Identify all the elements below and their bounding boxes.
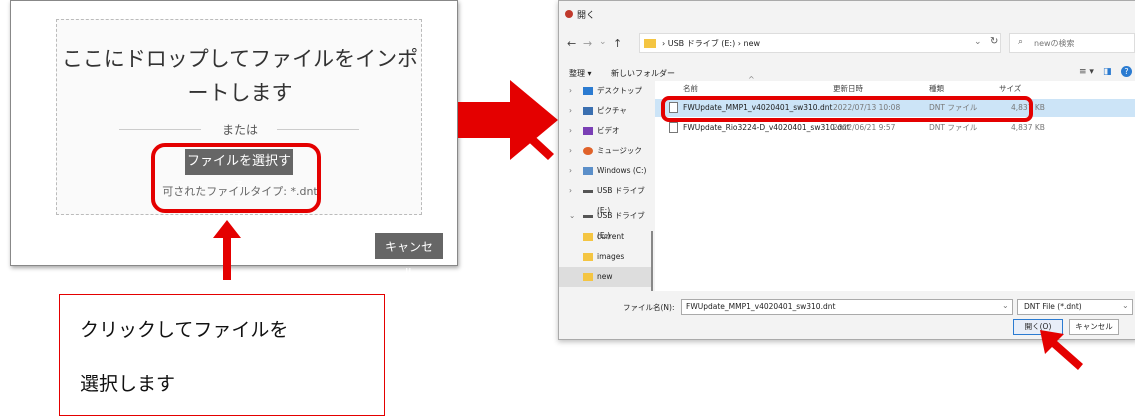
column-name[interactable]: 名前 (683, 83, 698, 94)
nav-item-usb-e[interactable]: › USB ドライブ (E:) (559, 181, 651, 215)
usb-drive-icon (583, 215, 593, 218)
organize-menu[interactable]: 整理 ▾ (569, 68, 592, 79)
chevron-right-icon[interactable]: › (569, 81, 572, 101)
nav-item-windows-c[interactable]: › Windows (C:) (559, 161, 651, 181)
pointer-arrow-icon (496, 104, 554, 160)
nav-item-label: Windows (C:) (597, 166, 647, 175)
drop-text-line1: ここにドロップしてファイルをインポ (61, 47, 419, 71)
folder-icon (583, 273, 593, 281)
nav-scrollbar[interactable] (651, 231, 653, 291)
folder-icon (644, 39, 656, 48)
music-icon (583, 147, 593, 155)
filetype-select[interactable]: DNT File (*.dnt) ⌄ (1017, 299, 1133, 315)
usb-drive-icon (583, 190, 593, 193)
filename-input[interactable]: FWUpdate_MMP1_v4020401_sw310.dnt ⌄ (681, 299, 1013, 315)
chevron-down-icon[interactable]: ⌄ (974, 37, 982, 47)
filename-label: ファイル名(N): (623, 303, 675, 312)
nav-item-label: ピクチャ (597, 106, 627, 115)
search-input[interactable]: ⌕ newの検索 (1009, 33, 1135, 53)
chevron-right-icon[interactable]: › (569, 121, 572, 141)
app-icon (565, 10, 573, 18)
nav-item-images[interactable]: images (559, 247, 651, 267)
column-type[interactable]: 種類 (929, 83, 944, 94)
view-options-icon[interactable]: ≡ ▾ (1079, 67, 1094, 77)
folder-icon (583, 233, 593, 241)
nav-item-usb-e-expanded[interactable]: ⌄ USB ドライブ (E:) (559, 206, 651, 240)
cancel-button[interactable]: キャンセル (375, 233, 443, 280)
forward-arrow-icon[interactable]: → (583, 37, 592, 50)
navigation-pane: › デスクトップ › ピクチャ › ビデオ › ミュージック › Windows… (559, 81, 651, 291)
search-icon: ⌕ (1018, 37, 1024, 47)
nav-item-label: ビデオ (597, 126, 620, 135)
nav-item-label: images (597, 252, 625, 261)
recent-chevron-icon[interactable]: ⌄ (599, 37, 607, 47)
column-size[interactable]: サイズ (999, 83, 1021, 94)
drive-icon (583, 167, 593, 175)
nav-item-videos[interactable]: › ビデオ (559, 121, 651, 141)
drop-text-line2: ートします (187, 81, 293, 105)
chevron-right-icon[interactable]: › (569, 101, 572, 121)
pointer-arrow-icon (1040, 330, 1083, 370)
chevron-right-icon[interactable]: › (569, 181, 572, 201)
column-date[interactable]: 更新日時 (833, 83, 863, 94)
search-placeholder: newの検索 (1034, 39, 1075, 48)
address-bar[interactable]: › USB ドライブ (E:) › new ⌄ ↻ (639, 33, 1001, 53)
folder-icon (583, 253, 593, 261)
desktop-icon (583, 87, 593, 95)
file-icon (669, 122, 678, 133)
help-icon[interactable]: ? (1121, 66, 1132, 77)
callout-line1: クリックしてファイルを (80, 319, 289, 341)
nav-item-label: new (597, 272, 613, 281)
drop-instructions: ここにドロップしてファイルをインポ ートします (57, 42, 423, 110)
new-folder-button[interactable]: 新しいフォルダー (611, 68, 675, 79)
address-path[interactable]: › USB ドライブ (E:) › new (662, 38, 760, 49)
up-arrow-icon (213, 220, 241, 280)
up-folder-icon[interactable]: ↑ (613, 37, 622, 50)
nav-item-label: ミュージック (597, 146, 642, 155)
chevron-right-icon[interactable]: › (569, 141, 572, 161)
instruction-callout: クリックしてファイルを 選択します (59, 294, 385, 416)
preview-pane-icon[interactable]: ◨ (1103, 67, 1112, 77)
video-icon (583, 127, 593, 135)
highlight-box-file-row (661, 96, 1033, 122)
nav-item-music[interactable]: › ミュージック (559, 141, 651, 161)
callout-line2: 選択します (80, 373, 176, 395)
dialog-title: 開く (577, 11, 596, 21)
chevron-right-icon[interactable]: › (569, 161, 572, 181)
back-arrow-icon[interactable]: ← (567, 37, 576, 50)
chevron-down-icon[interactable]: ⌄ (569, 206, 575, 226)
nav-item-desktop[interactable]: › デスクトップ (559, 81, 651, 101)
highlight-box-select-button (151, 143, 321, 213)
filetype-value: DNT File (*.dnt) (1024, 302, 1082, 311)
chevron-down-icon[interactable]: ⌄ (1002, 301, 1009, 310)
nav-item-label: デスクトップ (597, 86, 642, 95)
refresh-icon[interactable]: ↻ (990, 36, 998, 47)
chevron-down-icon[interactable]: ⌄ (1122, 301, 1129, 310)
sort-caret-icon: ^ (748, 75, 755, 84)
nav-item-new[interactable]: new (559, 267, 651, 287)
filename-value: FWUpdate_MMP1_v4020401_sw310.dnt (686, 302, 836, 311)
nav-item-label: current (597, 232, 625, 241)
or-label: または (221, 123, 258, 137)
open-file-dialog: 開く ← → ⌄ ↑ › USB ドライブ (E:) › new ⌄ ↻ ⌕ n… (558, 0, 1135, 340)
pictures-icon (583, 107, 593, 115)
nav-item-current[interactable]: current (559, 227, 651, 247)
nav-item-pictures[interactable]: › ピクチャ (559, 101, 651, 121)
